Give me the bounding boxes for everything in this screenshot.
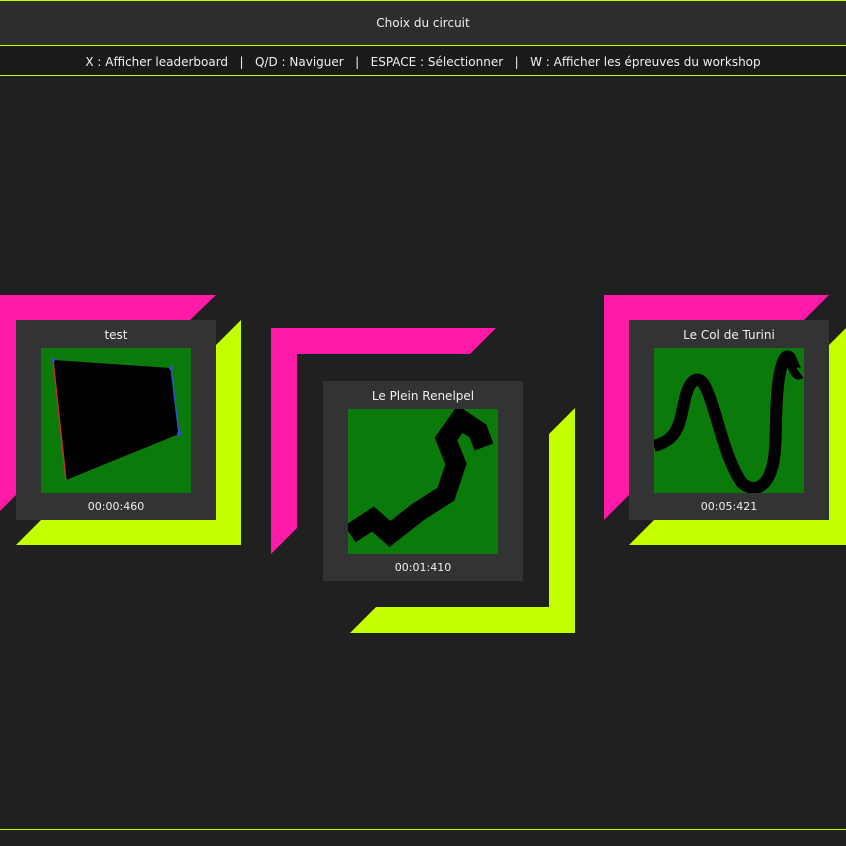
track-card-le-plein-renelpel[interactable]: Le Plein Renelpel 00:01:410 [323, 381, 523, 581]
track-thumbnail [348, 409, 498, 554]
track-thumbnail [41, 348, 191, 493]
track-best-time: 00:01:410 [394, 561, 452, 574]
track-best-time: 00:00:460 [87, 500, 145, 513]
track-card-le-col-de-turini[interactable]: Le Col de Turini 00:05:421 [629, 320, 829, 520]
track-card-test[interactable]: test 00:00:460 [16, 320, 216, 520]
track-name: Le Plein Renelpel [371, 389, 475, 403]
track-thumbnail [654, 348, 804, 493]
track-name: test [104, 328, 128, 342]
track-best-time: 00:05:421 [700, 500, 758, 513]
track-name: Le Col de Turini [683, 328, 775, 342]
bottom-divider [0, 829, 846, 830]
